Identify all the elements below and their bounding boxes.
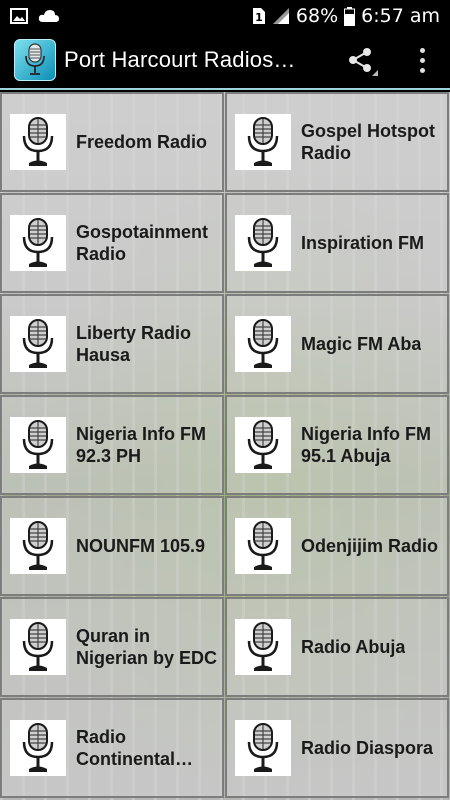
- sim-label: 1: [255, 11, 263, 24]
- station-name: Radio Diaspora: [301, 738, 434, 758]
- app-bar: Port Harcourt Radios…: [0, 32, 450, 90]
- more-vert-icon: [419, 47, 425, 53]
- station-tile[interactable]: Radio Continental…: [0, 698, 224, 798]
- station-tile[interactable]: Gospotainment Radio: [0, 193, 224, 293]
- station-tile[interactable]: Quran in Nigerian by EDC: [0, 597, 224, 697]
- station-name: Nigeria Info FM 92.3 PH: [76, 424, 206, 466]
- microphone-icon: [10, 316, 66, 372]
- station-list[interactable]: Freedom Radio Gospel Hotspot Radio Gospo…: [0, 92, 450, 800]
- microphone-icon: [10, 215, 66, 271]
- microphone-icon: [235, 417, 291, 473]
- sim-icon: 1: [252, 7, 266, 25]
- station-tile[interactable]: Magic FM Aba: [225, 294, 449, 394]
- microphone-icon: [235, 720, 291, 776]
- microphone-icon: [10, 518, 66, 574]
- station-tile[interactable]: Nigeria Info FM 95.1 Abuja: [225, 395, 449, 495]
- station-tile[interactable]: Radio Diaspora: [225, 698, 449, 798]
- station-name: Freedom Radio: [76, 132, 208, 152]
- signal-icon: [272, 7, 290, 25]
- station-tile[interactable]: NOUNFM 105.9: [0, 496, 224, 596]
- microphone-icon: [235, 215, 291, 271]
- station-name: Liberty Radio Hausa: [76, 323, 192, 365]
- microphone-icon: [10, 720, 66, 776]
- station-tile[interactable]: Odenjijim Radio: [225, 496, 449, 596]
- app-title: Port Harcourt Radios…: [64, 47, 296, 72]
- station-name: Gospotainment Radio: [76, 222, 209, 264]
- microphone-icon: [235, 114, 291, 170]
- microphone-icon: [10, 619, 66, 675]
- battery-icon: [344, 6, 356, 26]
- station-tile[interactable]: Gospel Hotspot Radio: [225, 92, 449, 192]
- station-name: Radio Abuja: [301, 637, 406, 657]
- station-name: Nigeria Info FM 95.1 Abuja: [301, 424, 431, 466]
- station-name: Inspiration FM: [301, 233, 424, 253]
- station-name: Radio Continental…: [76, 727, 193, 769]
- microphone-icon: [235, 619, 291, 675]
- app-logo-icon: [14, 39, 56, 81]
- station-tile[interactable]: Liberty Radio Hausa: [0, 294, 224, 394]
- image-notification-icon: [10, 8, 28, 24]
- share-button[interactable]: [340, 40, 380, 80]
- station-tile[interactable]: Radio Abuja: [225, 597, 449, 697]
- station-tile[interactable]: Freedom Radio: [0, 92, 224, 192]
- status-bar: 1 68% 6:57 am: [0, 0, 450, 32]
- station-tile[interactable]: Nigeria Info FM 92.3 PH: [0, 395, 224, 495]
- station-name: Gospel Hotspot Radio: [301, 121, 435, 163]
- microphone-icon: [10, 417, 66, 473]
- battery-percent: 68%: [295, 5, 339, 27]
- microphone-icon: [235, 316, 291, 372]
- station-tile[interactable]: Inspiration FM: [225, 193, 449, 293]
- station-name: NOUNFM 105.9: [76, 536, 206, 556]
- share-icon: [349, 48, 371, 72]
- microphone-icon: [10, 114, 66, 170]
- more-options-button[interactable]: [410, 40, 434, 80]
- clock: 6:57 am: [361, 5, 440, 27]
- station-name: Odenjijim Radio: [301, 536, 439, 556]
- microphone-icon: [235, 518, 291, 574]
- cloud-icon: [38, 9, 60, 23]
- station-name: Magic FM Aba: [301, 334, 422, 354]
- station-name: Quran in Nigerian by EDC: [76, 626, 218, 668]
